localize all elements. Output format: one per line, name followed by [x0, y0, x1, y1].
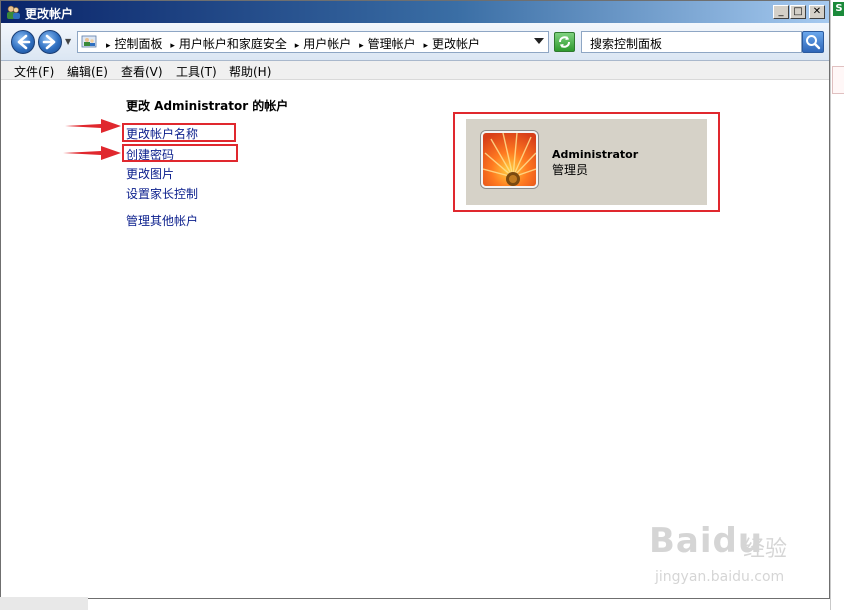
- account-name: Administrator: [552, 148, 639, 161]
- arrow-right-icon: [63, 146, 121, 160]
- parental-controls-link[interactable]: 设置家长控制: [126, 185, 198, 202]
- taskbar-edge: [0, 597, 88, 610]
- flower-avatar-icon: [483, 133, 536, 186]
- menu-file[interactable]: 文件(F): [14, 63, 54, 80]
- recent-pages-chevron-icon[interactable]: ▼: [65, 37, 71, 46]
- search-input[interactable]: 搜索控制面板: [581, 31, 802, 53]
- breadcrumb-item-user-accounts-family-safety[interactable]: 用户帐户和家庭安全: [179, 37, 287, 51]
- desktop-app-icon[interactable]: S: [833, 2, 844, 16]
- breadcrumb-separator-icon[interactable]: ▸: [359, 41, 364, 51]
- back-button[interactable]: [11, 30, 35, 54]
- arrow-right-icon: [42, 34, 56, 50]
- close-button[interactable]: ✕: [809, 5, 825, 19]
- menu-view[interactable]: 查看(V): [121, 63, 163, 80]
- breadcrumb-separator-icon[interactable]: ▸: [424, 41, 429, 51]
- address-bar[interactable]: ▸ 控制面板 ▸ 用户帐户和家庭安全 ▸ 用户帐户 ▸ 管理帐户 ▸ 更改帐户: [77, 31, 549, 53]
- breadcrumb-item-change-account[interactable]: 更改帐户: [432, 37, 480, 51]
- watermark: Baidu 经验 jingyan.baidu.com: [641, 521, 821, 591]
- refresh-button[interactable]: [554, 32, 575, 52]
- search-placeholder: 搜索控制面板: [590, 37, 663, 51]
- address-dropdown-icon[interactable]: [534, 38, 544, 44]
- refresh-icon: [559, 36, 570, 48]
- arrow-right-icon: [65, 119, 121, 133]
- menu-help[interactable]: 帮助(H): [229, 63, 271, 80]
- forward-button[interactable]: [38, 30, 62, 54]
- highlight-box-password: [122, 144, 238, 162]
- search-icon: [806, 35, 821, 50]
- menu-tools[interactable]: 工具(T): [176, 63, 217, 80]
- title-bar[interactable]: 更改帐户 _ □ ✕: [1, 1, 829, 23]
- breadcrumb-item-control-panel[interactable]: 控制面板: [115, 37, 163, 51]
- user-accounts-icon: [7, 5, 20, 19]
- manage-other-accounts-link[interactable]: 管理其他帐户: [126, 212, 198, 229]
- avatar: [481, 131, 538, 188]
- change-picture-link[interactable]: 更改图片: [126, 165, 174, 182]
- highlight-box-rename: [122, 123, 236, 142]
- account-role: 管理员: [552, 163, 589, 177]
- breadcrumb-item-manage-accounts[interactable]: 管理帐户: [368, 37, 416, 51]
- minimize-button[interactable]: _: [773, 5, 789, 19]
- window-title: 更改帐户: [25, 7, 74, 21]
- breadcrumb-separator-icon[interactable]: ▸: [295, 41, 300, 51]
- control-panel-window: 更改帐户 _ □ ✕ ▼ ▸ 控制面板 ▸ 用户帐户和家庭安全 ▸ 用户帐户 ▸…: [0, 0, 830, 599]
- navigation-bar: ▼ ▸ 控制面板 ▸ 用户帐户和家庭安全 ▸ 用户帐户 ▸ 管理帐户 ▸ 更改帐户: [1, 23, 829, 61]
- desktop-window-edge[interactable]: [832, 66, 844, 94]
- watermark-url: jingyan.baidu.com: [655, 569, 785, 585]
- arrow-left-icon: [17, 34, 31, 50]
- watermark-brand: 经验: [743, 537, 788, 562]
- menu-edit[interactable]: 编辑(E): [67, 63, 108, 80]
- maximize-button[interactable]: □: [790, 5, 806, 19]
- breadcrumb-separator-icon[interactable]: ▸: [170, 41, 175, 51]
- control-panel-icon: [81, 35, 97, 48]
- breadcrumb: ▸ 控制面板 ▸ 用户帐户和家庭安全 ▸ 用户帐户 ▸ 管理帐户 ▸ 更改帐户: [102, 35, 480, 52]
- breadcrumb-item-user-accounts[interactable]: 用户帐户: [303, 37, 351, 51]
- menu-bar: 文件(F) 编辑(E) 查看(V) 工具(T) 帮助(H): [1, 61, 829, 80]
- page-title: 更改 Administrator 的帐户: [126, 99, 289, 113]
- desktop-edge: S: [830, 0, 844, 610]
- search-button[interactable]: [802, 31, 824, 53]
- breadcrumb-separator-icon[interactable]: ▸: [106, 41, 111, 51]
